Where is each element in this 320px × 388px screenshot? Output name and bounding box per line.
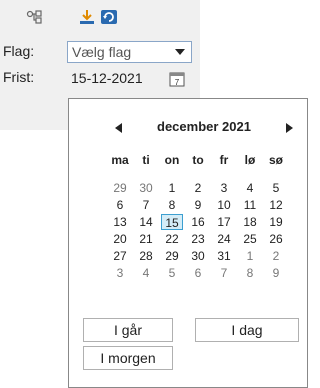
calendar-day[interactable]: 29 [161,248,183,264]
calendar-day[interactable]: 8 [239,265,261,281]
weekday-label: ma [111,153,129,167]
calendar-day[interactable]: 3 [213,180,235,196]
calendar-day[interactable]: 20 [109,231,131,247]
link-icon[interactable] [26,8,42,26]
calendar-day[interactable]: 18 [239,214,261,230]
calendar-day[interactable]: 19 [265,214,287,230]
calendar-day[interactable]: 29 [109,180,131,196]
weekday-label: on [164,153,180,167]
calendar-day[interactable]: 21 [135,231,157,247]
chevron-down-icon [175,49,185,55]
download-icon[interactable] [78,8,96,26]
calendar-day[interactable]: 9 [187,197,209,213]
calendar-day[interactable]: 22 [161,231,183,247]
calendar-day[interactable]: 2 [187,180,209,196]
weekday-label: lø [244,153,256,167]
calendar-day[interactable]: 4 [135,265,157,281]
month-label: december 2021 [157,119,251,134]
next-month-icon[interactable] [286,123,293,133]
weekday-label: sø [268,153,283,167]
tomorrow-button[interactable]: I morgen [83,346,173,370]
refresh-icon[interactable] [100,8,118,26]
calendar-day[interactable]: 1 [161,180,183,196]
calendar-day[interactable]: 5 [265,180,287,196]
calendar-day[interactable]: 10 [213,197,235,213]
calendar-day[interactable]: 6 [109,197,131,213]
calendar-day[interactable]: 4 [239,180,261,196]
calendar-day[interactable]: 24 [213,231,235,247]
calendar-day[interactable]: 15 [161,214,183,230]
calendar-day[interactable]: 11 [239,197,261,213]
calendar-day[interactable]: 30 [135,180,157,196]
flag-label: Flag: [3,43,35,59]
calendar-day[interactable]: 9 [265,265,287,281]
weekday-label: to [192,153,204,167]
due-label: Frist: [3,69,35,85]
calendar-day[interactable]: 13 [109,214,131,230]
calendar-day[interactable]: 6 [187,265,209,281]
calendar-day[interactable]: 14 [135,214,157,230]
calendar-day[interactable]: 25 [239,231,261,247]
calendar-day[interactable]: 26 [265,231,287,247]
calendar-day[interactable]: 3 [109,265,131,281]
today-button[interactable]: I dag [195,318,299,342]
calendar-day[interactable]: 17 [213,214,235,230]
svg-text:7: 7 [175,78,180,87]
calendar-popup: december 2021 ma ti on to fr lø sø 29 30 1 2 3 4 5 6 7… [68,98,308,388]
flag-select-value: Vælg flag [72,44,132,60]
calendar-day[interactable]: 31 [213,248,235,264]
calendar-day[interactable]: 30 [187,248,209,264]
previous-month-icon[interactable] [115,123,122,133]
calendar-day[interactable]: 16 [187,214,209,230]
calendar-day[interactable]: 7 [213,265,235,281]
calendar-day[interactable]: 5 [161,265,183,281]
calendar-day[interactable]: 23 [187,231,209,247]
weekday-label: fr [219,153,229,167]
calendar-icon[interactable]: 7 [169,71,185,87]
due-date-field[interactable]: 15-12-2021 7 [67,65,192,95]
calendar-day[interactable]: 1 [239,248,261,264]
calendar-day[interactable]: 8 [161,197,183,213]
calendar-day[interactable]: 27 [109,248,131,264]
yesterday-button[interactable]: I går [83,318,173,342]
weekday-label: ti [142,153,150,167]
calendar-day[interactable]: 12 [265,197,287,213]
flag-select[interactable]: Vælg flag [67,41,192,63]
due-date-value: 15-12-2021 [71,70,143,86]
calendar-day[interactable]: 2 [265,248,287,264]
calendar-day[interactable]: 28 [135,248,157,264]
calendar-day[interactable]: 7 [135,197,157,213]
